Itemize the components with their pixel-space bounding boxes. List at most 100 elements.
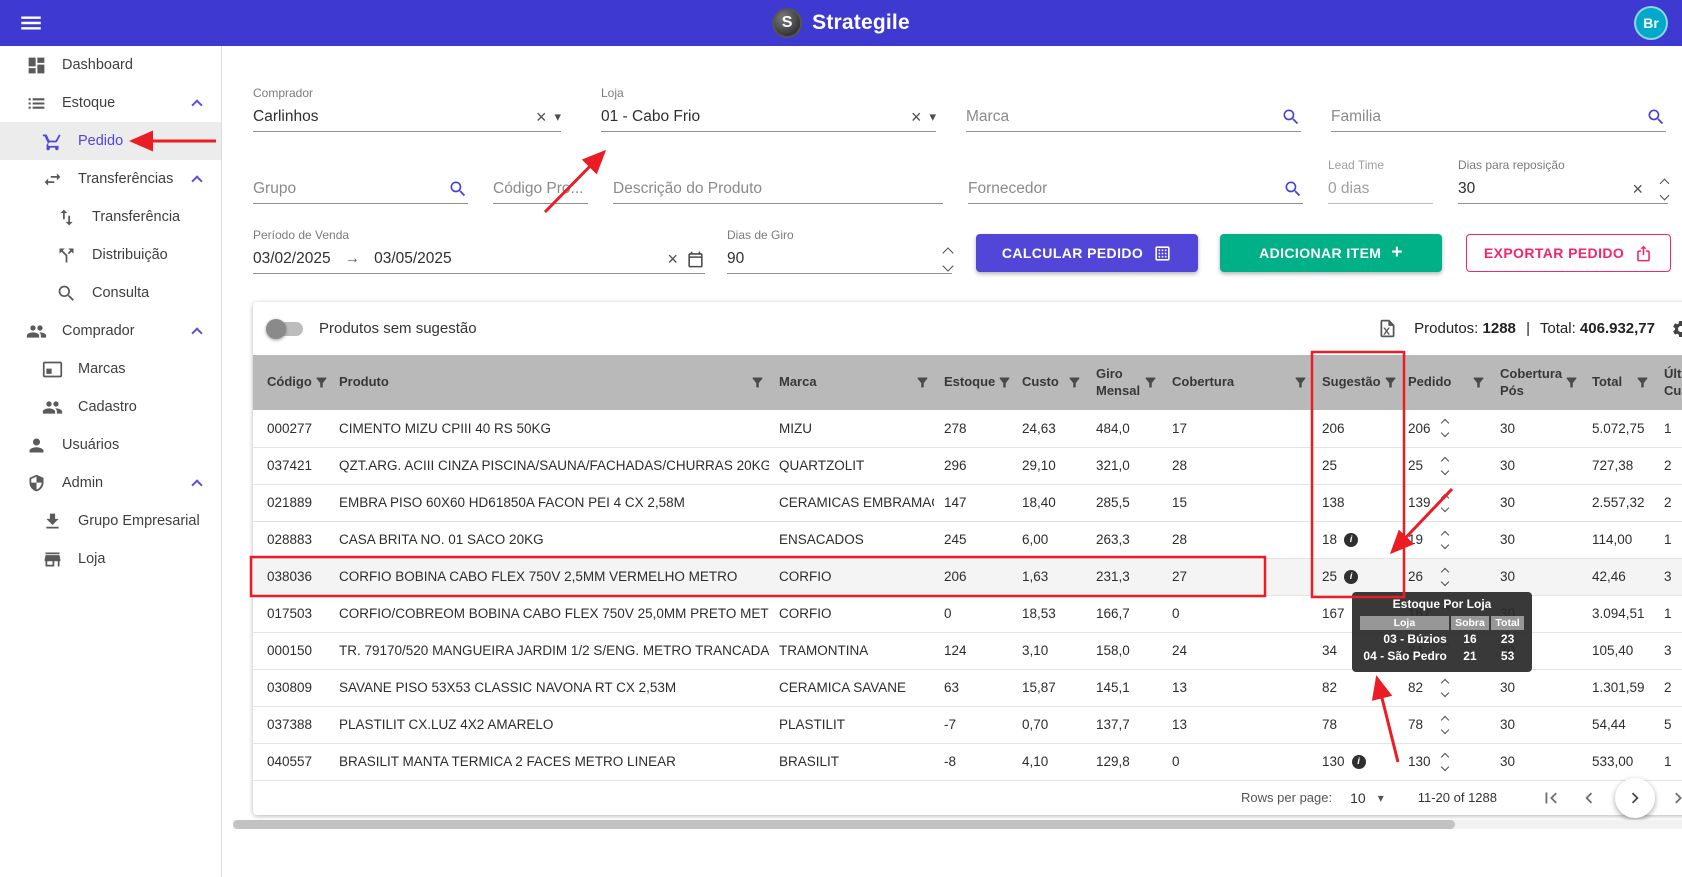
- user-avatar[interactable]: Br: [1634, 6, 1668, 40]
- sidebar-item-transferencia[interactable]: Transferência: [0, 198, 221, 236]
- pedido-value[interactable]: 19: [1408, 532, 1442, 547]
- table-row[interactable]: 037421QZT.ARG. ACIII CINZA PISCINA/SAUNA…: [253, 447, 1682, 484]
- chevron-down-icon[interactable]: ▾: [929, 109, 936, 125]
- periodo-venda-field[interactable]: Período de Venda 03/02/2025 → 03/05/2025…: [253, 228, 705, 274]
- filter-icon[interactable]: [1067, 375, 1082, 390]
- sidebar-item-dashboard[interactable]: Dashboard: [0, 46, 221, 84]
- toggle-knob[interactable]: [266, 319, 286, 339]
- filter-icon[interactable]: [1143, 375, 1158, 390]
- stepper-up-icon[interactable]: [1441, 419, 1449, 427]
- pedido-value[interactable]: 206: [1408, 421, 1442, 436]
- cell-pedido[interactable]: 206: [1398, 410, 1490, 447]
- column-header-produto[interactable]: Produto: [329, 355, 769, 410]
- sidebar-item-marcas[interactable]: Marcas: [0, 350, 221, 388]
- cell-pedido[interactable]: 19: [1398, 521, 1490, 558]
- info-icon[interactable]: i: [1344, 570, 1358, 584]
- close-icon[interactable]: ×: [1632, 180, 1643, 198]
- filter-icon[interactable]: [1564, 375, 1579, 390]
- pedido-stepper[interactable]: [1442, 458, 1448, 474]
- pedido-stepper[interactable]: [1442, 420, 1448, 436]
- column-header-sugestao[interactable]: Sugestão: [1312, 355, 1398, 410]
- filter-icon[interactable]: [314, 375, 329, 390]
- stepper-up-icon[interactable]: [1660, 178, 1670, 188]
- column-header-marca[interactable]: Marca: [769, 355, 934, 410]
- chevron-up-icon[interactable]: [191, 175, 202, 186]
- chevron-up-icon[interactable]: [191, 99, 202, 110]
- table-row[interactable]: 037388PLASTILIT CX.LUZ 4X2 AMARELOPLASTI…: [253, 706, 1682, 743]
- table-row[interactable]: 040557BRASILIT MANTA TERMICA 2 FACES MET…: [253, 743, 1682, 780]
- stepper-up-icon[interactable]: [942, 247, 953, 258]
- info-icon[interactable]: i: [1352, 755, 1366, 769]
- sidebar-item-loja[interactable]: Loja: [0, 540, 221, 578]
- sidebar-item-pedido[interactable]: Pedido: [0, 122, 221, 160]
- menu-icon[interactable]: [18, 10, 44, 36]
- stepper-up-icon[interactable]: [1441, 456, 1449, 464]
- dias-reposicao-field[interactable]: Dias para reposição 30 ×: [1458, 158, 1668, 204]
- stepper-up-icon[interactable]: [1441, 530, 1449, 538]
- column-header-cobertura-pos[interactable]: Cobertura Pós: [1490, 355, 1582, 410]
- filter-icon[interactable]: [1635, 375, 1650, 390]
- cell-pedido[interactable]: 26: [1398, 558, 1490, 595]
- quantity-stepper[interactable]: [944, 249, 952, 270]
- sidebar-item-comprador[interactable]: Comprador: [0, 312, 221, 350]
- stepper-down-icon[interactable]: [1441, 762, 1449, 770]
- horizontal-scrollbar-thumb[interactable]: [233, 820, 1455, 829]
- close-icon[interactable]: ×: [667, 250, 678, 268]
- pedido-stepper[interactable]: [1442, 532, 1448, 548]
- last-page-button[interactable]: [1669, 786, 1682, 810]
- filter-icon[interactable]: [1471, 375, 1486, 390]
- stepper-down-icon[interactable]: [1660, 190, 1670, 200]
- pedido-value[interactable]: 78: [1408, 717, 1442, 732]
- cell-pedido[interactable]: 25: [1398, 447, 1490, 484]
- sidebar-item-distribuicao[interactable]: Distribuição: [0, 236, 221, 274]
- stepper-down-icon[interactable]: [1441, 725, 1449, 733]
- stepper-down-icon[interactable]: [1441, 466, 1449, 474]
- table-row[interactable]: 030809SAVANE PISO 53X53 CLASSIC NAVONA R…: [253, 669, 1682, 706]
- pedido-stepper[interactable]: [1442, 495, 1448, 511]
- gear-icon[interactable]: [1671, 319, 1682, 339]
- cell-pedido[interactable]: 82: [1398, 669, 1490, 706]
- chevron-down-icon[interactable]: ▾: [554, 109, 561, 125]
- sidebar-item-transferencias[interactable]: Transferências: [0, 160, 221, 198]
- search-icon[interactable]: [1281, 107, 1301, 127]
- grupo-field[interactable]: Grupo: [253, 158, 468, 204]
- sidebar-item-admin[interactable]: Admin: [0, 464, 221, 502]
- quantity-stepper[interactable]: [1661, 180, 1668, 199]
- table-row[interactable]: 021889EMBRA PISO 60X60 HD61850A FACON PE…: [253, 484, 1682, 521]
- pedido-stepper[interactable]: [1442, 569, 1448, 585]
- stepper-up-icon[interactable]: [1441, 715, 1449, 723]
- pedido-stepper[interactable]: [1442, 680, 1448, 696]
- stepper-up-icon[interactable]: [1441, 567, 1449, 575]
- familia-field[interactable]: Familia: [1331, 86, 1666, 132]
- next-page-button[interactable]: [1615, 778, 1655, 818]
- column-header-pedido[interactable]: Pedido: [1398, 355, 1490, 410]
- cell-pedido[interactable]: 139: [1398, 484, 1490, 521]
- column-header-estoque[interactable]: Estoque: [934, 355, 1012, 410]
- pedido-stepper[interactable]: [1442, 717, 1448, 733]
- pedido-value[interactable]: 26: [1408, 569, 1442, 584]
- chevron-up-icon[interactable]: [191, 327, 202, 338]
- sidebar-item-consulta[interactable]: Consulta: [0, 274, 221, 312]
- column-header-ultimo-custo[interactable]: Último Custo: [1654, 355, 1682, 410]
- sidebar-item-cadastro[interactable]: Cadastro: [0, 388, 221, 426]
- stepper-down-icon[interactable]: [942, 260, 953, 271]
- info-icon[interactable]: i: [1344, 533, 1358, 547]
- pedido-value[interactable]: 82: [1408, 680, 1442, 695]
- produtos-sem-sugestao-toggle[interactable]: [269, 322, 303, 336]
- column-header-total[interactable]: Total: [1582, 355, 1654, 410]
- codigo-produto-field[interactable]: Código Pro...: [493, 158, 588, 204]
- adicionar-item-button[interactable]: ADICIONAR ITEM +: [1220, 234, 1442, 272]
- descricao-produto-field[interactable]: Descrição do Produto: [613, 158, 943, 204]
- chevron-up-icon[interactable]: [191, 479, 202, 490]
- first-page-button[interactable]: [1539, 786, 1563, 810]
- loja-field[interactable]: Loja 01 - Cabo Frio × ▾: [601, 86, 936, 132]
- previous-page-button[interactable]: [1577, 786, 1601, 810]
- fornecedor-field[interactable]: Fornecedor: [968, 158, 1303, 204]
- sidebar-item-grupo-empresarial[interactable]: Grupo Empresarial: [0, 502, 221, 540]
- exportar-pedido-button[interactable]: EXPORTAR PEDIDO: [1466, 234, 1671, 272]
- stepper-up-icon[interactable]: [1441, 493, 1449, 501]
- stepper-down-icon[interactable]: [1441, 503, 1449, 511]
- close-icon[interactable]: ×: [911, 108, 922, 126]
- comprador-field[interactable]: Comprador Carlinhos × ▾: [253, 86, 561, 132]
- column-header-custo[interactable]: Custo: [1012, 355, 1086, 410]
